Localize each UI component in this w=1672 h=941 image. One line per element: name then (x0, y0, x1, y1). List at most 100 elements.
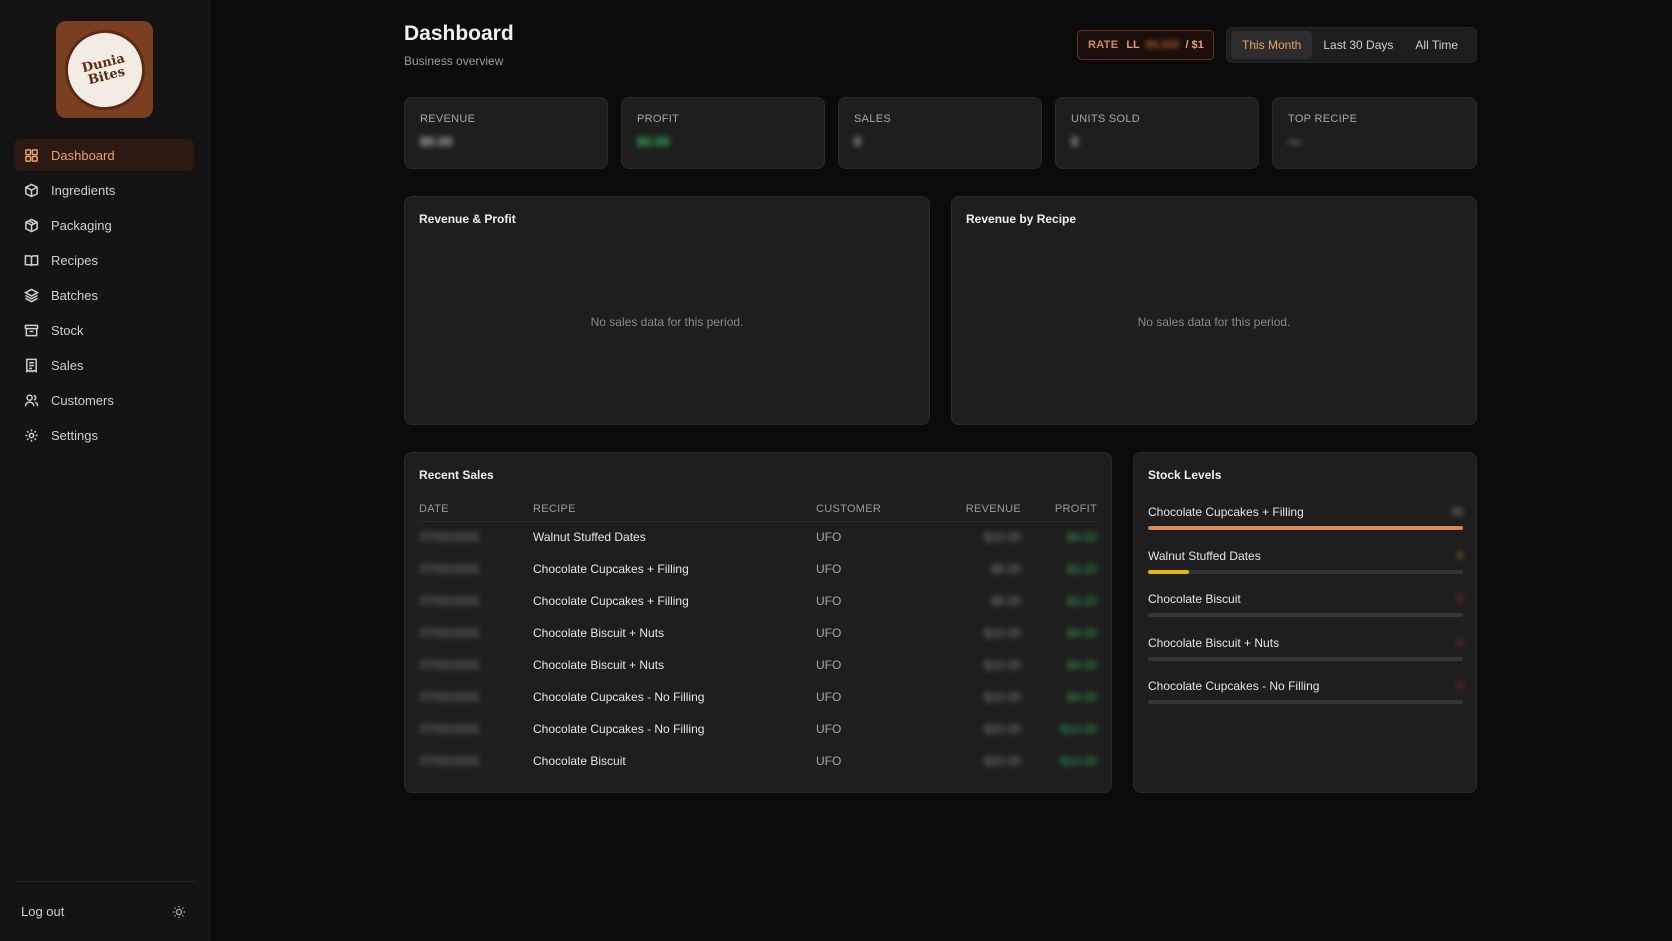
page-title: Dashboard (404, 22, 514, 45)
stat-card-top-recipe: TOP RECIPE — (1272, 97, 1477, 169)
cell-profit: $4.00 (1066, 626, 1097, 640)
stock-item-name: Chocolate Cupcakes + Filling (1148, 505, 1304, 519)
stat-label: PROFIT (637, 113, 680, 125)
sidebar-item-label: Packaging (51, 217, 112, 233)
box-icon (25, 183, 38, 197)
stock-bar (1148, 569, 1463, 574)
sidebar-nav: Dashboard Ingredients Packaging Recipes … (14, 139, 194, 454)
sidebar-item-packaging[interactable]: Packaging (14, 209, 194, 241)
rate-label: RATE (1088, 39, 1119, 51)
brand-logo[interactable]: Dunia Bites (56, 21, 153, 118)
users-icon (24, 393, 39, 406)
cell-date: 27/02/2025 (419, 690, 480, 704)
stock-item-name: Chocolate Biscuit (1148, 592, 1241, 606)
cell-profit: $3.20 (1066, 594, 1097, 608)
stat-card-profit: PROFIT $0.00 (621, 97, 825, 169)
cell-revenue: $20.00 (984, 722, 1021, 736)
col-recipe[interactable]: RECIPE (533, 497, 816, 522)
sidebar-item-sales[interactable]: Sales (14, 349, 194, 381)
cell-revenue: $8.00 (990, 562, 1021, 576)
table-row[interactable]: 27/02/2025 Chocolate Biscuit + Nuts UFO … (419, 617, 1097, 649)
table-row[interactable]: 27/02/2025 Chocolate Biscuit + Nuts UFO … (419, 649, 1097, 681)
cell-recipe: Chocolate Cupcakes - No Filling (533, 690, 705, 704)
sidebar-item-recipes[interactable]: Recipes (14, 244, 194, 276)
gear-icon (25, 428, 38, 442)
stat-card-revenue: REVENUE $0.00 (404, 97, 608, 169)
period-all-time[interactable]: All Time (1404, 31, 1469, 59)
cell-revenue: $20.00 (984, 754, 1021, 768)
sidebar-item-settings[interactable]: Settings (14, 419, 194, 451)
table-row[interactable]: 27/02/2025 Chocolate Cupcakes + Filling … (419, 553, 1097, 585)
col-customer[interactable]: CUSTOMER (816, 497, 936, 522)
rate-value: 89,500 (1145, 39, 1180, 51)
stock-bar (1148, 613, 1463, 617)
period-this-month[interactable]: This Month (1231, 31, 1313, 59)
stat-label: UNITS SOLD (1071, 113, 1141, 125)
sidebar-item-label: Stock (51, 322, 84, 338)
stat-value: 0 (854, 134, 862, 149)
period-last-30-days[interactable]: Last 30 Days (1312, 31, 1404, 59)
cell-date: 27/02/2025 (419, 754, 480, 768)
stock-bar-fill (1148, 569, 1189, 574)
revenue-profit-card: Revenue & Profit No sales data for this … (404, 196, 930, 425)
sidebar-item-label: Sales (51, 357, 84, 373)
col-profit[interactable]: PROFIT (1021, 497, 1097, 522)
cell-recipe: Chocolate Cupcakes + Filling (533, 562, 689, 576)
stock-item-qty: 0 (1456, 593, 1463, 605)
sidebar-item-customers[interactable]: Customers (14, 384, 194, 416)
table-row[interactable]: 27/02/2025 Chocolate Cupcakes - No Filli… (419, 713, 1097, 745)
stock-item-qty: 36 (1450, 506, 1463, 518)
cell-recipe: Walnut Stuffed Dates (533, 530, 646, 545)
sidebar-item-dashboard[interactable]: Dashboard (14, 139, 194, 171)
cell-revenue: $10.00 (984, 690, 1021, 704)
page-subtitle: Business overview (404, 54, 504, 68)
cell-customer: UFO (816, 530, 842, 545)
sun-icon[interactable] (172, 905, 186, 919)
sidebar-item-stock[interactable]: Stock (14, 314, 194, 346)
page-header: Dashboard Business overview (404, 22, 514, 68)
stock-item: Walnut Stuffed Dates 4 (1148, 549, 1463, 574)
stock-bar (1148, 656, 1463, 661)
cell-recipe: Chocolate Cupcakes - No Filling (533, 722, 705, 736)
sidebar-item-batches[interactable]: Batches (14, 279, 194, 311)
stock-bar-fill (1148, 526, 1463, 530)
cell-profit: $4.00 (1066, 658, 1097, 672)
stat-value: $0.00 (637, 134, 670, 149)
empty-state: No sales data for this period. (1137, 315, 1291, 329)
cell-date: 27/02/2025 (419, 722, 480, 736)
logout-button[interactable]: Log out (21, 904, 64, 919)
cell-customer: UFO (816, 658, 842, 672)
cell-profit: $4.00 (1066, 690, 1097, 704)
cell-profit: $4.50 (1066, 530, 1097, 545)
stock-item: Chocolate Cupcakes + Filling 36 (1148, 505, 1463, 530)
col-date[interactable]: DATE (419, 497, 533, 522)
col-revenue[interactable]: REVENUE (936, 497, 1021, 522)
rate-per: / $1 (1185, 39, 1204, 51)
stat-card-units-sold: UNITS SOLD 0 (1055, 97, 1259, 169)
cell-date: 27/02/2025 (419, 658, 480, 672)
stat-value: 0 (1071, 134, 1079, 149)
period-selector: This Month Last 30 Days All Time (1226, 27, 1477, 63)
sidebar-item-label: Customers (51, 392, 114, 408)
cell-customer: UFO (816, 690, 842, 704)
cell-date: 27/02/2025 (419, 626, 480, 640)
sidebar-item-label: Recipes (51, 252, 98, 268)
card-title: Stock Levels (1148, 468, 1222, 482)
stat-value: $0.00 (420, 134, 453, 149)
cell-revenue: $10.00 (984, 658, 1021, 672)
stock-item-name: Chocolate Cupcakes - No Filling (1148, 679, 1320, 693)
card-title: Revenue & Profit (419, 212, 516, 226)
stock-item-name: Chocolate Biscuit + Nuts (1148, 635, 1280, 650)
sidebar-item-ingredients[interactable]: Ingredients (14, 174, 194, 206)
cell-recipe: Chocolate Biscuit (533, 754, 626, 768)
table-row[interactable]: 27/02/2025 Chocolate Biscuit UFO $20.00 … (419, 745, 1097, 777)
stat-card-sales: SALES 0 (838, 97, 1042, 169)
cell-date: 27/02/2025 (419, 562, 480, 576)
package-icon (25, 218, 38, 232)
table-row[interactable]: 27/02/2025 Walnut Stuffed Dates UFO $10.… (419, 521, 1097, 553)
table-row[interactable]: 27/02/2025 Chocolate Cupcakes + Filling … (419, 585, 1097, 617)
table-row[interactable]: 27/02/2025 Chocolate Cupcakes - No Filli… (419, 681, 1097, 713)
card-title: Recent Sales (419, 468, 494, 482)
table-header-row: DATE RECIPE CUSTOMER REVENUE PROFIT (419, 497, 1097, 522)
stock-levels-card: Stock Levels Chocolate Cupcakes + Fillin… (1133, 452, 1477, 793)
